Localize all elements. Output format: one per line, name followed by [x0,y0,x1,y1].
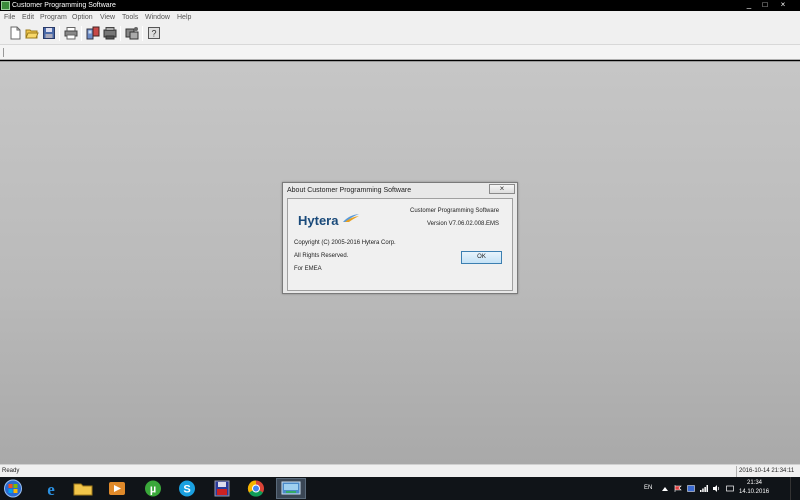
clock-date[interactable]: 14.10.2016 [739,489,769,495]
cps-taskbar-button[interactable] [276,478,306,499]
window-title: Customer Programming Software [12,2,116,9]
menu-edit[interactable]: Edit [22,13,34,22]
copyright-text: Copyright (C) 2005-2016 Hytera Corp. [294,240,396,246]
help-icon[interactable]: ? [147,26,161,40]
svg-text:µ: µ [150,484,156,496]
save-icon[interactable] [42,26,56,40]
new-file-icon[interactable] [8,26,22,40]
status-datetime: 2016-10-14 21:34:11 [739,468,795,474]
chrome-icon[interactable] [241,478,271,499]
skype-icon[interactable]: S [172,478,202,499]
menu-bar: File Edit Program Option View Tools Wind… [0,11,800,23]
minimize-button[interactable]: _ [742,0,756,10]
file-explorer-icon[interactable] [68,478,98,499]
status-text: Ready [2,468,20,474]
dialog-body: Hytera Customer Programming Software Ver… [287,198,513,291]
menu-help[interactable]: Help [177,13,191,22]
network-icon[interactable] [700,485,708,492]
about-dialog: About Customer Programming Software × Hy… [282,182,518,294]
dialog-close-button[interactable]: × [489,184,515,194]
print-icon[interactable] [64,26,78,40]
toolbar-separator [59,26,60,41]
logo-text: Hytera [298,213,339,228]
version-text: Version V7.06.02.008.EMS [427,221,500,227]
menu-view[interactable]: View [100,13,115,22]
menu-tools[interactable]: Tools [122,13,138,22]
menu-file[interactable]: File [4,13,15,22]
logo-swoosh-icon [343,214,359,222]
taskbar: e µ S EN 21:34 14.10.2016 [0,477,800,500]
internet-explorer-icon[interactable]: e [36,478,66,499]
start-button-icon[interactable] [2,478,24,499]
rights-text: All Rights Reserved. [294,253,349,259]
clone-icon[interactable] [125,26,139,40]
read-radio-icon[interactable] [86,26,100,40]
dialog-title: About Customer Programming Software [287,187,412,194]
show-desktop-button[interactable] [790,477,800,500]
open-folder-icon[interactable] [25,26,39,40]
volume-icon[interactable] [713,485,721,492]
media-player-icon[interactable] [102,478,132,499]
language-indicator[interactable]: EN [644,485,652,491]
menu-program[interactable]: Program [40,13,67,22]
write-radio-icon[interactable] [103,26,117,40]
status-divider [736,466,737,477]
title-bar: Customer Programming Software _ □ × [0,0,800,11]
floppy-app-icon[interactable] [207,478,237,499]
clock-time[interactable]: 21:34 [747,480,762,486]
utorrent-icon[interactable]: µ [138,478,168,499]
maximize-button[interactable]: □ [758,0,772,10]
action-center-flag-icon[interactable] [674,485,682,492]
region-text: For EMEA [294,266,322,272]
ok-button[interactable]: OK [461,251,502,264]
toolbar: ? [0,23,800,45]
document-tab-strip [0,45,800,60]
menu-option[interactable]: Option [72,13,93,22]
toolbar-separator [142,26,143,41]
show-hidden-icons-icon[interactable] [661,485,669,492]
cps-app-icon [281,481,301,495]
toolbar-separator [81,26,82,41]
keyboard-icon[interactable] [726,485,734,492]
tray-app-icon[interactable] [687,485,695,492]
app-icon [1,1,10,10]
close-window-button[interactable]: × [776,0,790,10]
status-bar: Ready 2016-10-14 21:34:11 [0,464,800,477]
product-name: Customer Programming Software [410,208,500,214]
svg-text:S: S [183,484,190,496]
svg-text:e: e [47,480,55,499]
hytera-logo: Hytera [298,213,359,231]
strip-grip [3,48,4,57]
toolbar-separator [120,26,121,41]
svg-text:?: ? [151,29,156,39]
menu-window[interactable]: Window [145,13,170,22]
